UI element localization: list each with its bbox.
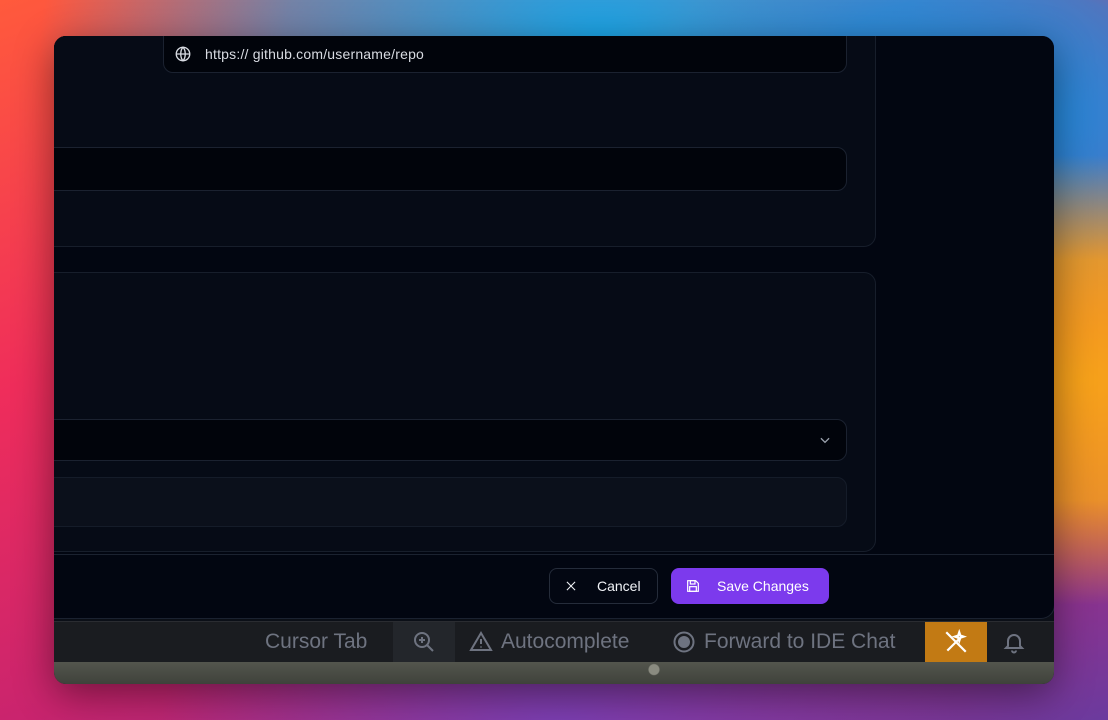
bell-icon — [1003, 634, 1025, 654]
autocomplete-label: Autocomplete — [501, 630, 630, 653]
status-autocomplete[interactable]: Autocomplete — [469, 622, 629, 662]
app-window: Cursor Tab Autocomplete Forward to IDE C… — [54, 36, 1054, 684]
footer-divider — [54, 554, 1054, 555]
dropdown-select[interactable] — [54, 419, 847, 461]
close-icon — [566, 581, 576, 591]
save-icon — [687, 580, 699, 592]
cursor-tab-label: Cursor Tab — [265, 630, 368, 653]
warning-icon — [469, 631, 493, 651]
settings-dialog: https:// github.com/username/repo Cancel… — [54, 36, 1054, 619]
record-icon — [673, 631, 695, 653]
globe-icon — [174, 45, 192, 63]
save-label: Save Changes — [717, 578, 809, 594]
repo-url-field[interactable]: https:// github.com/username/repo — [163, 36, 847, 73]
chevron-down-icon — [818, 433, 832, 447]
status-notifications[interactable] — [1002, 622, 1026, 662]
status-bar: Cursor Tab Autocomplete Forward to IDE C… — [54, 621, 1054, 662]
repository-card: https:// github.com/username/repo — [54, 36, 876, 247]
status-cursor-tab[interactable]: Cursor Tab — [265, 622, 367, 662]
disabled-field — [54, 477, 847, 527]
zoom-in-icon — [414, 632, 434, 652]
forward-chat-label: Forward to IDE Chat — [704, 630, 896, 653]
cancel-label: Cancel — [597, 578, 641, 594]
status-zoom-button[interactable] — [393, 622, 455, 662]
save-changes-button[interactable]: Save Changes — [671, 568, 829, 604]
text-input[interactable] — [54, 147, 847, 191]
cancel-button[interactable]: Cancel — [549, 568, 658, 604]
repo-url-value: https:// github.com/username/repo — [205, 46, 425, 62]
status-magic-button[interactable] — [925, 622, 987, 662]
wand-off-icon — [945, 629, 968, 653]
status-forward-chat[interactable]: Forward to IDE Chat — [672, 622, 895, 662]
settings-card — [54, 272, 876, 552]
